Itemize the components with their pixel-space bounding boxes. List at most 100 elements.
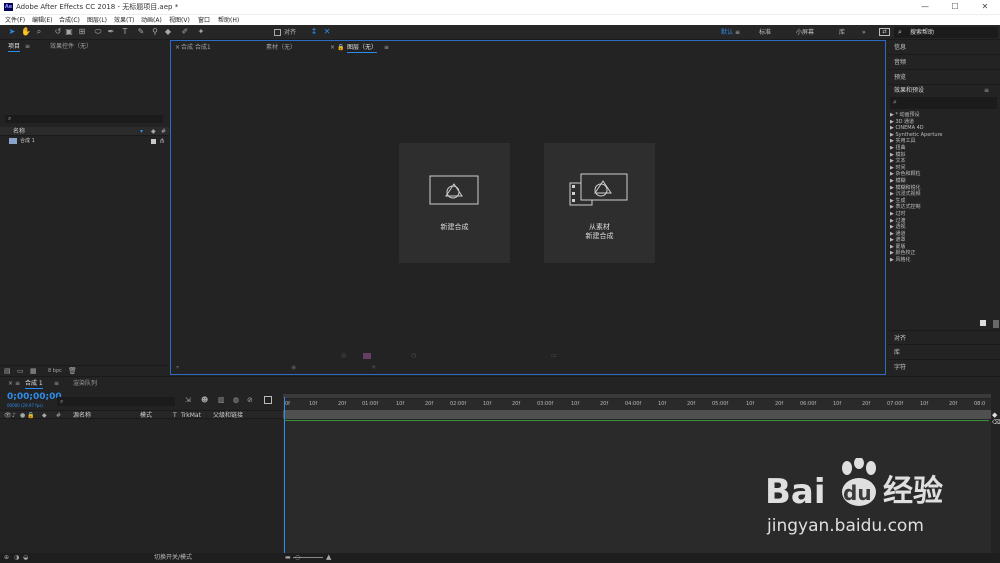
close-button[interactable]: ✕	[970, 0, 1000, 14]
lock-icon[interactable]: 🔒	[27, 412, 34, 419]
label-icon[interactable]: ◆	[42, 412, 47, 419]
list-item[interactable]: ▶ 3D 通道	[887, 119, 1000, 126]
feather-icon[interactable]: ✕	[322, 27, 332, 37]
audio-icon[interactable]: ♪	[12, 412, 16, 419]
clone-stamp-tool-icon[interactable]: ⚲	[150, 27, 160, 37]
zoom-slider-handle-icon[interactable]: ○	[295, 554, 300, 561]
frame-blending-icon[interactable]: ▥	[218, 396, 225, 404]
new-folder-icon[interactable]: ▭	[17, 367, 24, 375]
tab-footage[interactable]: 素材（无）	[266, 44, 296, 52]
workspace-overflow-icon[interactable]: »	[862, 29, 866, 36]
menu-layer[interactable]: 图层(L)	[87, 16, 107, 25]
draft-3d-icon[interactable]: ⇲	[185, 396, 191, 404]
new-composition-from-footage-button[interactable]: 从素材 新建合成	[544, 143, 655, 263]
effects-presets-title[interactable]: 效果和预设	[894, 87, 924, 95]
eraser-tool-icon[interactable]: ◆	[163, 27, 173, 37]
channel-icon[interactable]: ◎	[341, 352, 346, 359]
list-item[interactable]: ▶ * 动画预设	[887, 112, 1000, 119]
tab-timeline-composition[interactable]: 合成 1	[25, 380, 43, 389]
menu-window[interactable]: 窗口	[198, 16, 210, 25]
info-panel-header[interactable]: 信息	[887, 40, 1000, 55]
list-item[interactable]: ▶ 遮罩	[887, 237, 1000, 244]
close-icon[interactable]: ×	[8, 380, 13, 387]
roto-brush-tool-icon[interactable]: ✐	[180, 27, 190, 37]
puppet-tool-icon[interactable]: ✦	[196, 27, 206, 37]
menu-animation[interactable]: 动画(A)	[141, 16, 162, 25]
shy-layers-icon[interactable]: ☻	[201, 396, 208, 404]
character-panel-header[interactable]: 字符	[887, 360, 1000, 375]
exposure-icon[interactable]: ☀	[371, 364, 376, 371]
help-search-input[interactable]: ⌕ 搜索帮助	[894, 27, 998, 38]
new-composition-button[interactable]: 新建合成	[399, 143, 510, 263]
project-search-input[interactable]: ⌕	[5, 115, 163, 123]
solo-icon[interactable]: ●	[20, 412, 25, 419]
graph-editor-icon[interactable]: ⊘	[247, 396, 253, 404]
audio-panel-header[interactable]: 音频	[887, 55, 1000, 70]
workspace-default[interactable]: 默认	[721, 28, 733, 37]
workspace-library[interactable]: 库	[839, 28, 845, 37]
new-composition-icon[interactable]: ▦	[30, 367, 37, 375]
sort-arrow-icon[interactable]: ▾	[140, 128, 143, 135]
motion-blur-icon[interactable]: ◍	[233, 396, 239, 404]
workspace-menu-icon[interactable]: ≡	[735, 29, 740, 36]
current-time-indicator[interactable]	[284, 397, 285, 554]
zoom-tool-icon[interactable]: ⌕	[34, 27, 44, 37]
magnification-icon[interactable]: ▾	[176, 364, 179, 371]
type-tool-icon[interactable]: T	[120, 27, 130, 37]
new-folder-icon[interactable]	[980, 320, 986, 326]
selection-tool-icon[interactable]: ➤	[7, 27, 17, 37]
lock-icon[interactable]: 🔒	[337, 44, 344, 51]
current-timecode[interactable]: 0;00;00;00	[7, 392, 62, 402]
tab-render-queue[interactable]: 渲染队列	[73, 380, 97, 388]
list-item[interactable]: ▶ 透视	[887, 224, 1000, 231]
workspace-small-screen[interactable]: 小屏幕	[796, 28, 814, 37]
label-icon[interactable]: ◆	[151, 128, 156, 135]
column-t[interactable]: T	[173, 412, 177, 419]
list-item[interactable]: ▶ 扭曲	[887, 145, 1000, 152]
minimize-button[interactable]: —	[910, 0, 940, 14]
brush-tool-icon[interactable]: ✎	[136, 27, 146, 37]
hand-tool-icon[interactable]: ✋	[21, 27, 31, 37]
align-panel-header[interactable]: 对齐	[887, 330, 1000, 345]
column-source-name[interactable]: 源名称	[73, 412, 91, 419]
panel-menu-icon[interactable]: ≡	[25, 43, 30, 51]
snapshot-icon[interactable]: ◉	[291, 364, 296, 371]
close-icon[interactable]: ×	[330, 44, 335, 51]
type-icon[interactable]: #	[161, 128, 166, 135]
list-item[interactable]: ▶ 文本	[887, 158, 1000, 165]
sync-settings-icon[interactable]: ⇄	[879, 28, 890, 36]
zoom-in-icon[interactable]: ▲	[326, 553, 331, 561]
work-area-bar[interactable]	[283, 410, 991, 419]
panel-menu-icon[interactable]: ≡	[54, 380, 59, 387]
preview-panel-header[interactable]: 预览	[887, 70, 1000, 85]
list-item[interactable]: ▶ CINEMA 4D	[887, 125, 1000, 132]
list-item[interactable]: ▶ 模糊	[887, 178, 1000, 185]
snap-icon[interactable]: ↕	[309, 27, 319, 37]
close-icon[interactable]: ×	[175, 44, 180, 51]
tab-effect-controls[interactable]: 效果控件（无）	[50, 43, 92, 51]
scrollbar[interactable]	[993, 320, 999, 328]
comment-icon[interactable]: ⌫	[992, 419, 1000, 426]
rotate-tool-icon[interactable]: ↺	[53, 27, 63, 37]
menu-effect[interactable]: 效果(T)	[114, 16, 134, 25]
column-mode[interactable]: 模式	[140, 412, 152, 419]
transfer-controls-icon[interactable]: ◑	[14, 554, 19, 561]
tab-composition[interactable]: 合成 合成1	[181, 44, 211, 52]
pen-tool-icon[interactable]: ✒	[106, 27, 116, 37]
snap-checkbox[interactable]	[274, 29, 281, 36]
interpret-footage-icon[interactable]: ▤	[4, 367, 11, 375]
library-panel-header[interactable]: 库	[887, 345, 1000, 360]
timecode-icon[interactable]: ◷	[411, 352, 416, 359]
list-item[interactable]: ▶ 风格化	[887, 257, 1000, 264]
delete-icon[interactable]: 🗑	[68, 367, 77, 375]
zoom-out-icon[interactable]: ▬	[285, 554, 291, 561]
toggle-switches-modes[interactable]: 切换开关/模式	[154, 554, 192, 562]
list-item[interactable]: 合成 1 ⋔	[0, 137, 169, 146]
bpc-label[interactable]: 8 bpc	[48, 368, 62, 374]
workspace-standard[interactable]: 标准	[759, 28, 771, 37]
tab-project[interactable]: 项目	[8, 43, 21, 52]
shape-tool-icon[interactable]: ⬭	[93, 27, 103, 37]
view-menu-icon[interactable]: ▭	[551, 352, 557, 359]
eye-icon[interactable]: 👁	[4, 412, 12, 419]
column-parent[interactable]: 父级和链接	[213, 412, 243, 419]
